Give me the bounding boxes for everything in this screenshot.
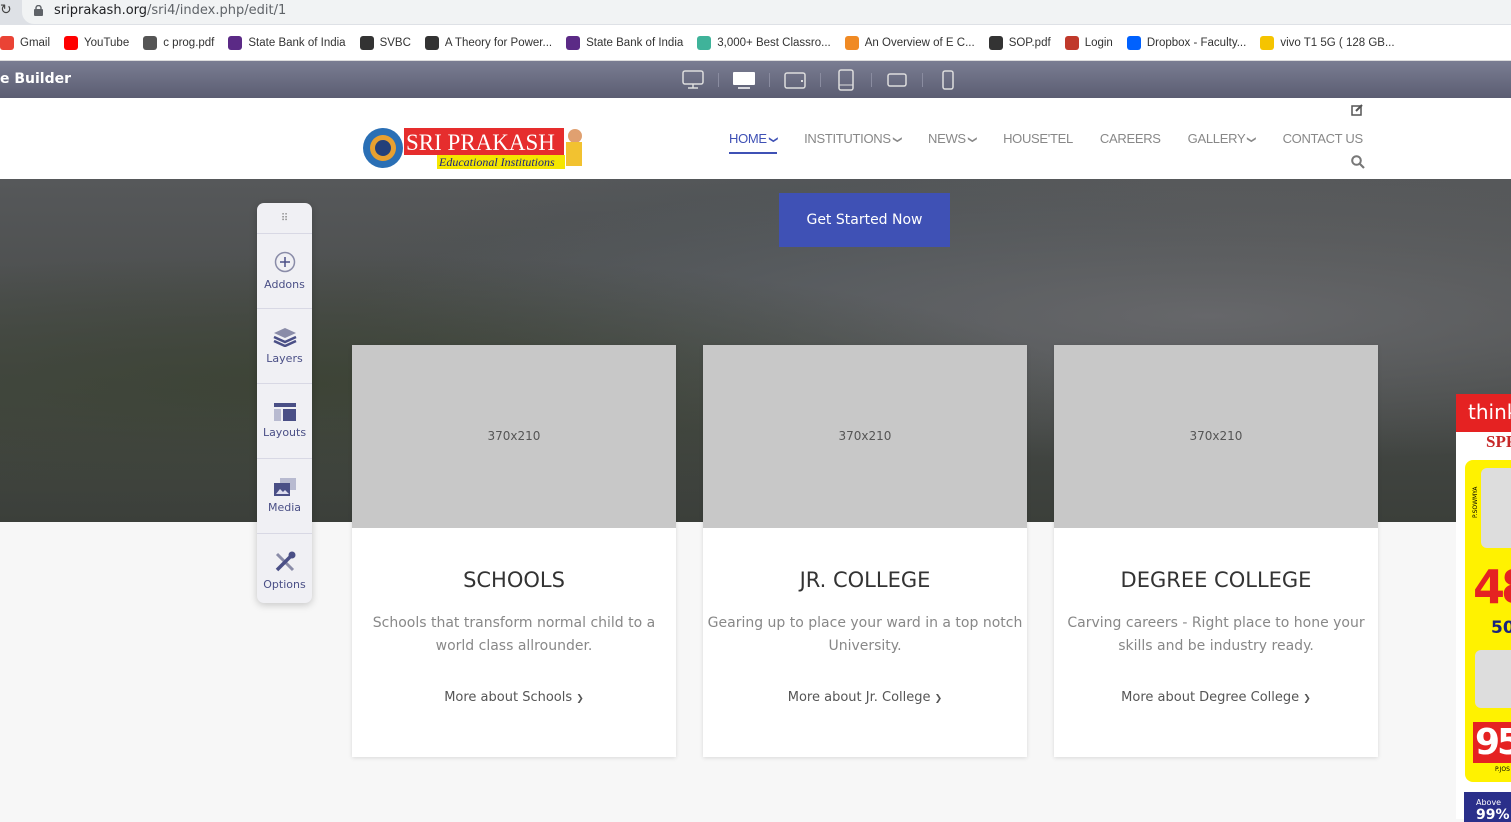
card-more-link[interactable]: More about Degree College ❯	[1121, 690, 1311, 705]
bookmark-item[interactable]: Gmail	[0, 35, 50, 50]
bookmarks-bar: Gmail YouTube c prog.pdf State Bank of Indi…	[0, 25, 1511, 61]
bookmark-item[interactable]: vivo T1 5G ( 128 GB...	[1260, 35, 1395, 50]
bookmark-favicon-icon	[566, 35, 581, 50]
builder-side-panel: ⠿ Addons Layers Layouts Media Options	[257, 203, 312, 603]
desktop-view-button[interactable]	[680, 69, 706, 91]
logo-text: SRI PRAKASH	[406, 130, 555, 155]
page-builder-toolbar: e Builder	[0, 61, 1511, 98]
nav-item-contact-us[interactable]: CONTACT US	[1283, 131, 1364, 154]
search-icon[interactable]	[1351, 155, 1365, 169]
side-advertisement-banner[interactable]: think SPR P.SOWMYA 48 50 95. P.JOS Above…	[1456, 394, 1511, 822]
nav-item-home[interactable]: HOME ❯	[729, 131, 779, 154]
bookmark-item[interactable]: Login	[1064, 35, 1113, 50]
phone-landscape-view-button[interactable]	[884, 69, 910, 91]
bookmark-item[interactable]: State Bank of India	[566, 35, 683, 50]
bookmark-favicon-icon	[1260, 35, 1275, 50]
card-description: Gearing up to place your ward in a top n…	[707, 615, 1023, 654]
address-bar-area: ↻ sriprakash.org/sri4/index.php/edit/1	[0, 0, 1511, 25]
bookmark-favicon-icon	[988, 35, 1003, 50]
chevron-right-icon: ❯	[1303, 694, 1311, 704]
bookmark-favicon-icon	[143, 35, 158, 50]
tablet-landscape-icon	[784, 72, 806, 89]
card-more-link[interactable]: More about Schools ❯	[444, 690, 584, 705]
bookmark-item[interactable]: Dropbox - Faculty...	[1126, 35, 1246, 50]
get-started-button[interactable]: Get Started Now	[779, 193, 950, 247]
laptop-icon	[733, 72, 755, 89]
layers-icon	[272, 328, 297, 347]
institution-card: 370x210 JR. COLLEGE Gearing up to place …	[703, 345, 1027, 757]
bookmark-favicon-icon	[424, 35, 439, 50]
tools-icon	[275, 551, 295, 572]
chevron-down-icon: ❯	[967, 135, 978, 144]
student-photo	[1481, 468, 1511, 548]
options-button[interactable]: Options	[257, 533, 312, 608]
bookmark-item[interactable]: c prog.pdf	[143, 35, 214, 50]
card-title: SCHOOLS	[463, 568, 565, 592]
drag-handle-icon[interactable]: ⠿	[257, 203, 312, 233]
bookmark-favicon-icon	[1126, 35, 1141, 50]
bookmark-favicon-icon	[844, 35, 859, 50]
phone-landscape-icon	[887, 73, 907, 87]
edit-icon[interactable]	[1351, 104, 1363, 116]
chevron-right-icon: ❯	[576, 694, 584, 704]
student-photo	[1475, 650, 1511, 708]
bookmark-item[interactable]: State Bank of India	[228, 35, 346, 50]
institution-card: 370x210 SCHOOLS Schools that transform n…	[352, 345, 676, 757]
url-field[interactable]: sriprakash.org/sri4/index.php/edit/1	[22, 0, 1511, 24]
phone-icon	[942, 70, 954, 90]
bookmark-item[interactable]: SVBC	[359, 35, 411, 50]
bookmark-favicon-icon	[0, 35, 14, 50]
addons-button[interactable]: Addons	[257, 233, 312, 308]
chevron-right-icon: ❯	[934, 694, 943, 704]
plus-circle-icon	[274, 251, 295, 273]
bookmark-favicon-icon	[697, 35, 712, 50]
bookmark-item[interactable]: A Theory for Power...	[424, 35, 552, 50]
sri-prakash-logo[interactable]: SRI PRAKASH Educational Institutions	[362, 110, 588, 172]
card-description: Schools that transform normal child to a…	[372, 615, 656, 654]
bookmark-item[interactable]: 3,000+ Best Classro...	[697, 35, 831, 50]
reload-icon[interactable]: ↻	[0, 2, 12, 18]
chevron-down-icon: ❯	[768, 135, 779, 144]
lock-icon	[34, 5, 43, 16]
layers-button[interactable]: Layers	[257, 308, 312, 383]
card-image-placeholder: 370x210	[352, 345, 676, 528]
tablet-landscape-view-button[interactable]	[782, 69, 808, 91]
chevron-down-icon: ❯	[1247, 135, 1258, 144]
bookmark-favicon-icon	[64, 35, 79, 50]
bookmark-favicon-icon	[1064, 35, 1079, 50]
media-button[interactable]: Media	[257, 458, 312, 533]
main-nav: HOME ❯ INSTITUTIONS ❯ NEWS ❯ HOUSE'TEL CAREERS G…	[729, 131, 1390, 154]
card-title: DEGREE COLLEGE	[1120, 568, 1312, 592]
card-image-placeholder: 370x210	[1054, 345, 1378, 528]
card-image-placeholder: 370x210	[703, 345, 1027, 528]
institution-card: 370x210 DEGREE COLLEGE Carving careers -…	[1054, 345, 1378, 757]
builder-title: e Builder	[0, 71, 72, 87]
tablet-icon	[838, 69, 854, 91]
nav-item-institutions[interactable]: INSTITUTIONS ❯	[804, 131, 903, 154]
card-title: JR. COLLEGE	[799, 568, 931, 592]
nav-item-house-tel[interactable]: HOUSE'TEL	[1003, 131, 1073, 154]
bookmark-item[interactable]: YouTube	[64, 35, 129, 50]
nav-item-careers[interactable]: CAREERS	[1100, 131, 1161, 154]
phone-view-button[interactable]	[935, 69, 961, 91]
logo-subtext: Educational Institutions	[438, 155, 555, 169]
nav-item-gallery[interactable]: GALLERY ❯	[1188, 131, 1258, 154]
bookmark-favicon-icon	[228, 35, 243, 50]
desktop-icon	[682, 70, 704, 89]
layouts-button[interactable]: Layouts	[257, 383, 312, 458]
bookmark-favicon-icon	[359, 35, 374, 50]
tablet-view-button[interactable]	[833, 69, 859, 91]
laptop-view-button[interactable]	[731, 69, 757, 91]
nav-item-news[interactable]: NEWS ❯	[928, 131, 978, 154]
bookmark-item[interactable]: An Overview of E C...	[844, 35, 975, 50]
card-more-link[interactable]: More about Jr. College ❯	[788, 690, 942, 705]
card-description: Carving careers - Right place to hone yo…	[1067, 615, 1365, 654]
layout-icon	[273, 403, 296, 421]
media-icon	[273, 478, 296, 496]
chevron-down-icon: ❯	[892, 135, 903, 144]
bookmark-item[interactable]: SOP.pdf	[988, 35, 1051, 50]
